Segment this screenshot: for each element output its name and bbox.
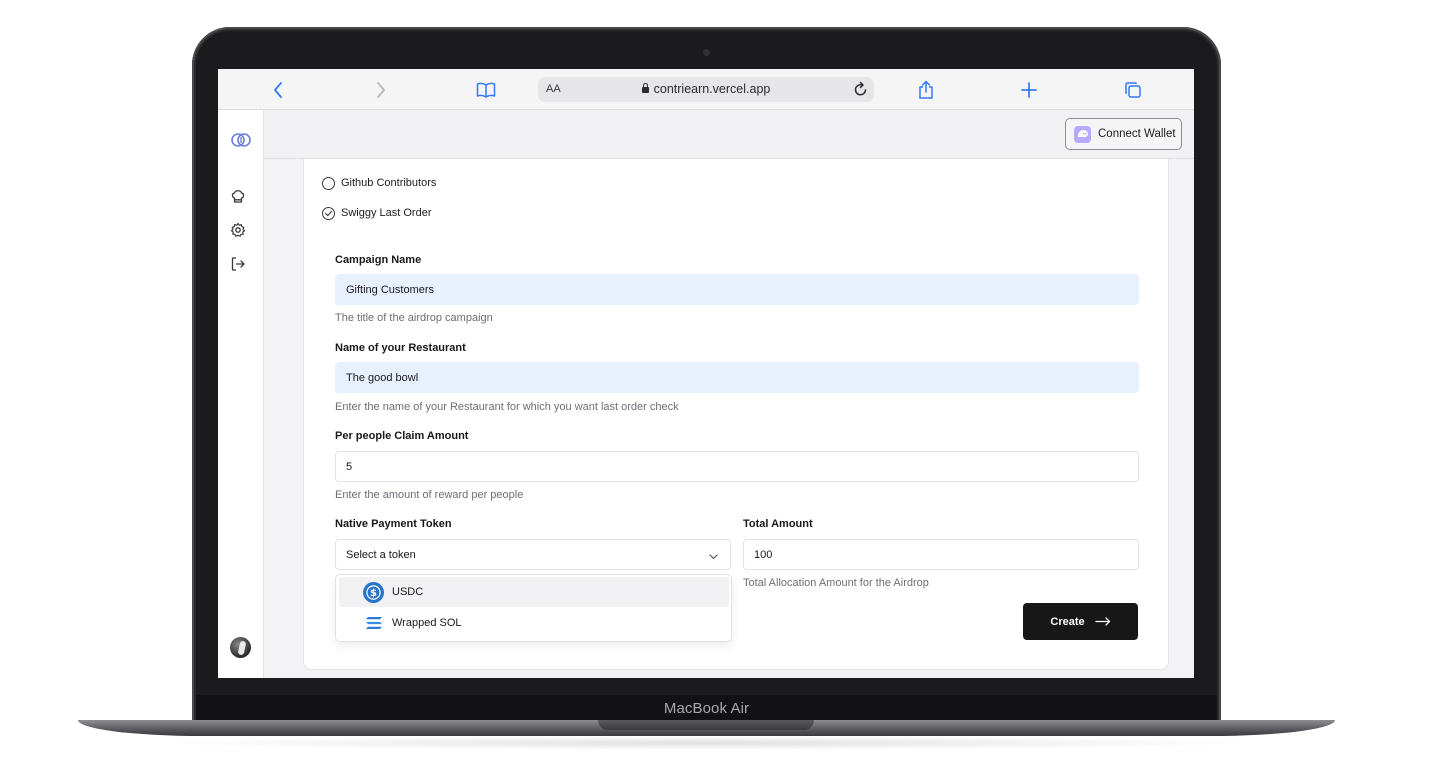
connect-wallet-label: Connect Wallet bbox=[1098, 128, 1176, 140]
solana-icon bbox=[363, 613, 384, 634]
option-swiggy-last-order[interactable]: Swiggy Last Order bbox=[322, 205, 431, 221]
logout-icon[interactable] bbox=[229, 255, 247, 273]
token-option-usdc[interactable]: $ USDC bbox=[339, 577, 729, 607]
radio-unchecked-icon[interactable] bbox=[322, 176, 335, 190]
create-button[interactable]: Create bbox=[1023, 603, 1138, 640]
laptop-shadow bbox=[150, 736, 1263, 750]
campaign-name-input[interactable]: Gifting Customers bbox=[335, 274, 1139, 305]
stage: MacBook Air AA contriearn.vercel.app Con… bbox=[0, 0, 1440, 777]
screen: AA contriearn.vercel.app Connect Wallet … bbox=[218, 69, 1194, 678]
total-amount-input[interactable]: 100 bbox=[743, 539, 1139, 570]
option-label: Github Contributors bbox=[341, 177, 437, 189]
link-logo-icon[interactable] bbox=[230, 131, 252, 149]
claim-amount-hint: Enter the amount of reward per people bbox=[335, 489, 524, 501]
token-dropdown-menu: $ USDC Wrapped SOL bbox=[335, 574, 732, 642]
lock-icon bbox=[641, 83, 649, 93]
svg-text:$: $ bbox=[370, 588, 377, 599]
claim-amount-label: Per people Claim Amount bbox=[335, 430, 469, 442]
arrow-right-icon bbox=[1094, 617, 1110, 626]
avatar[interactable] bbox=[230, 637, 251, 658]
radio-checked-icon[interactable] bbox=[322, 206, 335, 220]
main-content: Github Contributors Swiggy Last Order Ca… bbox=[264, 159, 1194, 678]
campaign-form-card: Github Contributors Swiggy Last Order Ca… bbox=[303, 159, 1169, 670]
option-label: Swiggy Last Order bbox=[341, 207, 432, 219]
bookmarks-icon[interactable] bbox=[475, 79, 497, 101]
browser-toolbar: AA contriearn.vercel.app bbox=[218, 69, 1194, 110]
claim-amount-input[interactable]: 5 bbox=[335, 451, 1139, 482]
restaurant-name-hint: Enter the name of your Restaurant for wh… bbox=[335, 401, 679, 413]
token-select-placeholder: Select a token bbox=[346, 548, 416, 561]
restaurant-name-input[interactable]: The good bowl bbox=[335, 362, 1139, 393]
usdc-icon: $ bbox=[363, 581, 384, 603]
sidebar bbox=[218, 110, 264, 678]
forward-icon[interactable] bbox=[370, 79, 392, 101]
total-amount-hint: Total Allocation Amount for the Airdrop bbox=[743, 577, 929, 589]
chef-hat-icon[interactable] bbox=[229, 187, 247, 205]
campaign-name-label: Campaign Name bbox=[335, 254, 422, 266]
new-tab-icon[interactable] bbox=[1018, 79, 1040, 101]
campaign-name-hint: The title of the airdrop campaign bbox=[335, 312, 493, 324]
url-text-wrapper: contriearn.vercel.app bbox=[538, 82, 874, 96]
device-brand-label: MacBook Air bbox=[663, 700, 750, 717]
token-option-wrapped-sol[interactable]: Wrapped SOL bbox=[339, 608, 729, 638]
tabs-overview-icon[interactable] bbox=[1122, 79, 1144, 101]
create-button-label: Create bbox=[1050, 615, 1085, 628]
connect-wallet-button[interactable]: Connect Wallet bbox=[1065, 118, 1182, 150]
restaurant-name-label: Name of your Restaurant bbox=[335, 342, 466, 354]
total-amount-label: Total Amount bbox=[743, 518, 813, 530]
chevron-down-icon bbox=[709, 551, 718, 563]
option-github-contributors[interactable]: Github Contributors bbox=[322, 175, 436, 191]
laptop-notch bbox=[598, 720, 814, 730]
token-select[interactable]: Select a token bbox=[335, 539, 731, 570]
back-icon[interactable] bbox=[267, 79, 289, 101]
url-text[interactable]: contriearn.vercel.app bbox=[654, 82, 771, 96]
token-option-label: Wrapped SOL bbox=[392, 617, 462, 629]
app-header: Connect Wallet bbox=[264, 110, 1194, 159]
gear-icon[interactable] bbox=[229, 221, 247, 239]
token-option-label: USDC bbox=[392, 586, 424, 598]
share-icon[interactable] bbox=[915, 79, 937, 101]
payment-token-label: Native Payment Token bbox=[335, 518, 452, 530]
wallet-icon bbox=[1074, 125, 1091, 143]
address-bar[interactable]: AA contriearn.vercel.app bbox=[538, 77, 874, 102]
reload-icon[interactable] bbox=[853, 80, 869, 103]
camera bbox=[703, 49, 710, 56]
